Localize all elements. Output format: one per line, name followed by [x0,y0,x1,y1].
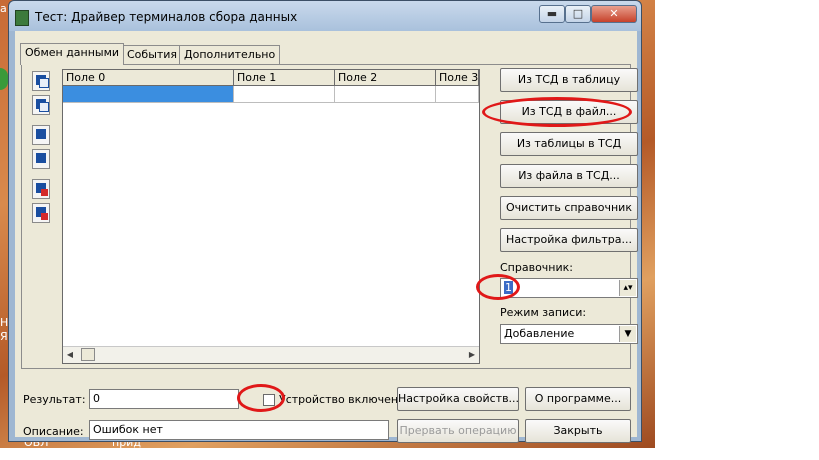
window-client-area: Обмен данными События Дополнительно Поле… [15,31,638,443]
scroll-thumb[interactable] [81,348,95,361]
reference-spin-field[interactable]: 1 ▴▾ [500,278,638,298]
add-row-button[interactable] [32,125,50,145]
grid-cell[interactable] [335,86,436,103]
column-header[interactable]: Поле 3 [436,70,479,86]
add-column-button[interactable] [32,71,50,91]
from-tsd-to-file-button[interactable]: Из ТСД в файл... [500,100,638,124]
write-mode-label: Режим записи: [500,306,587,319]
grid-cell-selected[interactable] [63,86,234,103]
grid-cell[interactable] [234,86,335,103]
tab-exchange[interactable]: Обмен данными [20,43,125,65]
clear-reference-button[interactable]: Очистить справочник [500,196,638,220]
reference-label: Справочник: [500,261,573,274]
reference-value: 1 [504,281,513,294]
column-header[interactable]: Поле 0 [63,70,234,86]
tab-additional[interactable]: Дополнительно [179,45,281,64]
desktop-text-fragment: Я [0,330,8,343]
grid-cell[interactable] [436,86,479,103]
properties-setup-button[interactable]: Настройка свойств... [397,387,519,411]
description-label: Описание: [23,425,84,438]
maximize-button[interactable]: □ [565,5,591,23]
table-to-tsd-button[interactable]: Из таблицы в ТСД [500,132,638,156]
device-enabled-label: Устройство включено [279,393,405,406]
main-window: Тест: Драйвер терминалов сбора данных ▬ … [8,0,642,443]
filter-setup-button[interactable]: Настройка фильтра... [500,228,638,252]
delete-column-button[interactable] [32,203,50,223]
write-mode-select[interactable]: Добавление ▼ [500,324,638,344]
columns-icon [36,153,46,163]
columns-button[interactable] [32,149,50,169]
from-tsd-to-table-button[interactable]: Из ТСД в таблицу [500,68,638,92]
desktop-icon-fragment [0,68,8,90]
tab-events[interactable]: События [122,45,183,64]
close-window-button[interactable]: ✕ [591,5,637,23]
about-button[interactable]: О программе... [525,387,631,411]
insert-column-button[interactable] [32,95,50,115]
result-field[interactable]: 0 [89,389,239,409]
exchange-panel: Поле 0 Поле 1 Поле 2 Поле 3 ◀ ▶ Из ТСД в… [21,64,638,369]
column-header[interactable]: Поле 1 [234,70,335,86]
data-grid[interactable]: Поле 0 Поле 1 Поле 2 Поле 3 ◀ ▶ [62,69,480,364]
abort-operation-button[interactable]: Прервать операцию [397,419,519,443]
close-button[interactable]: Закрыть [525,419,631,443]
result-label: Результат: [23,393,86,406]
scroll-left-icon[interactable]: ◀ [63,347,77,362]
title-bar[interactable]: Тест: Драйвер терминалов сбора данных ▬ … [9,1,641,31]
horizontal-scrollbar[interactable]: ◀ ▶ [63,346,479,363]
device-enabled-checkbox[interactable] [263,394,275,406]
window-title: Тест: Драйвер терминалов сбора данных [35,10,298,24]
spin-arrows-icon[interactable]: ▴▾ [619,280,636,296]
app-icon [15,10,29,26]
add-row-icon [36,129,46,139]
minimize-button[interactable]: ▬ [539,5,565,23]
scroll-right-icon[interactable]: ▶ [465,347,479,362]
desktop-text-fragment: а [0,2,7,15]
write-mode-value: Добавление [504,327,575,340]
description-field[interactable]: Ошибок нет [89,420,389,440]
column-header[interactable]: Поле 2 [335,70,436,86]
chevron-down-icon[interactable]: ▼ [619,326,636,342]
file-to-tsd-button[interactable]: Из файла в ТСД... [500,164,638,188]
delete-row-button[interactable] [32,179,50,199]
